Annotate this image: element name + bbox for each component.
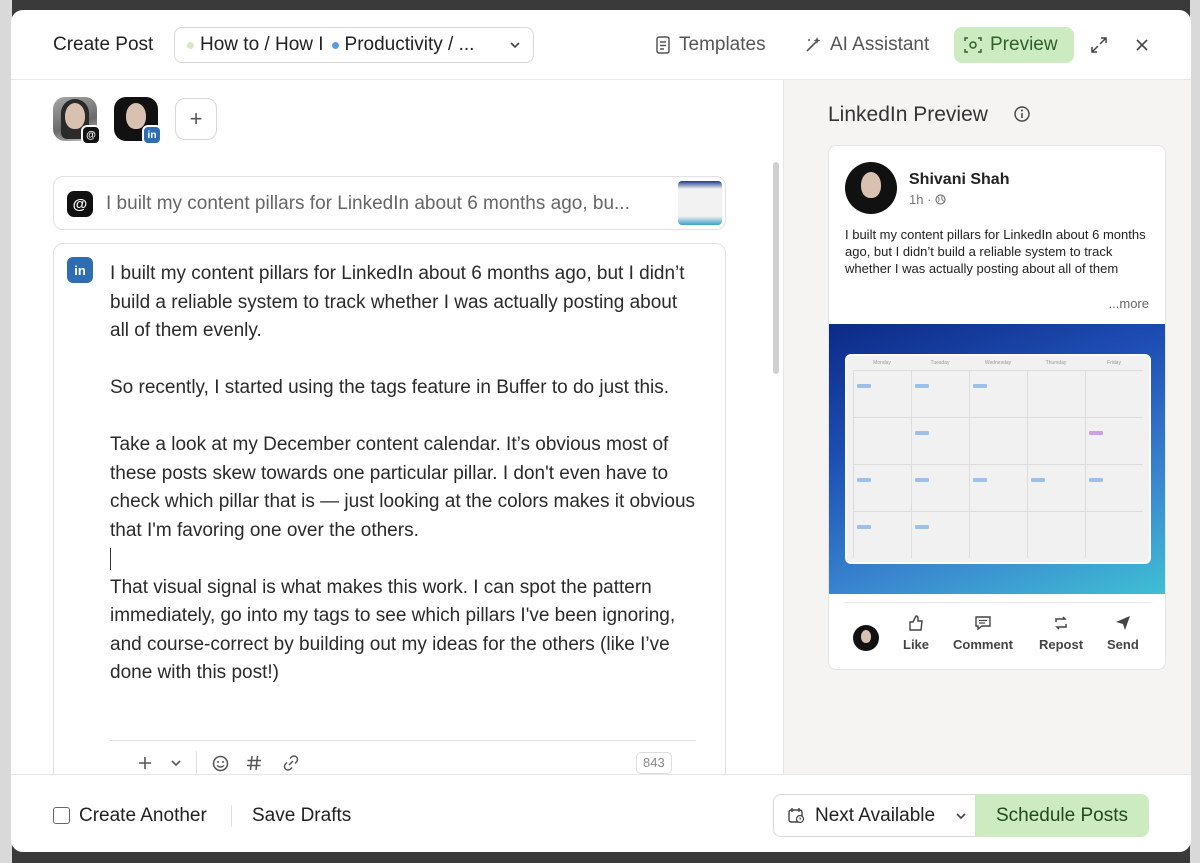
- avatar: [853, 625, 879, 651]
- info-icon[interactable]: [1014, 106, 1030, 122]
- add-media-icon[interactable]: [136, 754, 154, 772]
- send-icon: [1115, 616, 1130, 630]
- preview-button[interactable]: Preview: [954, 27, 1074, 63]
- emoji-icon[interactable]: [211, 754, 229, 772]
- like-label: Like: [903, 637, 930, 652]
- preview-title: LinkedIn Preview: [828, 103, 988, 126]
- editor-toolbar: 843: [110, 740, 696, 774]
- tags-select[interactable]: How to / How I Productivity / ...: [174, 27, 534, 63]
- post-paragraph: So recently, I started using the tags fe…: [110, 377, 670, 398]
- backdrop-right: [1190, 0, 1200, 863]
- linkedin-icon: in: [142, 125, 162, 145]
- threads-icon: @: [67, 191, 93, 217]
- see-more-link[interactable]: ...more: [1109, 296, 1149, 311]
- post-paragraph: That visual signal is what makes this wo…: [110, 576, 676, 684]
- repost-icon: [1055, 616, 1067, 630]
- calendar-day-label: Tuesday: [930, 360, 950, 366]
- threads-post-preview-text: I built my content pillars for LinkedIn …: [106, 193, 630, 214]
- footer-divider: [231, 805, 232, 827]
- like-button[interactable]: Like: [903, 615, 929, 652]
- repost-label: Repost: [1039, 637, 1084, 652]
- create-another-label[interactable]: Create Another: [79, 805, 207, 827]
- repost-button[interactable]: Repost: [1039, 615, 1083, 652]
- editor-pane: @ in + @ I built my content pillars for …: [11, 80, 783, 774]
- account-linkedin[interactable]: in: [114, 97, 162, 145]
- save-drafts-button[interactable]: Save Drafts: [252, 805, 351, 827]
- chevron-down-icon[interactable]: [167, 754, 185, 772]
- post-paragraph: I built my content pillars for LinkedIn …: [110, 263, 685, 341]
- linkedin-icon: in: [67, 257, 93, 283]
- modal-header: Create Post How to / How I Productivity …: [11, 10, 1191, 80]
- toolbar-divider: [196, 751, 197, 774]
- next-available-label: Next Available: [815, 804, 936, 826]
- comment-button[interactable]: Comment: [953, 615, 1013, 652]
- post-meta: 1h ·: [909, 192, 947, 207]
- templates-label: Templates: [679, 34, 766, 55]
- linkedin-post-preview: Shivani Shah 1h · I built my content pil…: [828, 145, 1166, 670]
- post-text-editor[interactable]: I built my content pillars for LinkedIn …: [110, 260, 700, 688]
- post-actions-bar: Like Comment Repost Send: [845, 602, 1151, 664]
- magic-wand-icon: [806, 37, 821, 52]
- document-icon: [656, 36, 670, 54]
- calendar-day-label: Friday: [1107, 360, 1121, 366]
- post-time: 1h ·: [909, 192, 932, 207]
- create-post-modal: Create Post How to / How I Productivity …: [11, 10, 1191, 852]
- tag-label: Productivity / ...: [344, 34, 475, 55]
- calendar-day-label: Thursday: [1045, 360, 1067, 366]
- account-threads[interactable]: @: [53, 97, 101, 145]
- calendar-day-headers: Monday Tuesday Wednesday Thursday Friday: [853, 360, 1143, 366]
- hashtag-icon[interactable]: [245, 754, 263, 772]
- post-excerpt: I built my content pillars for LinkedIn …: [845, 227, 1146, 276]
- preview-icon: [964, 37, 982, 53]
- link-icon[interactable]: [282, 754, 300, 772]
- account-selector: @ in +: [53, 97, 217, 145]
- chevron-down-icon: [510, 42, 520, 49]
- expand-icon[interactable]: [1089, 35, 1109, 55]
- close-icon[interactable]: [1132, 35, 1152, 55]
- calendar-clock-icon: [788, 808, 805, 824]
- add-account-button[interactable]: +: [175, 98, 217, 140]
- globe-icon: [935, 194, 947, 205]
- calendar-screenshot: Monday Tuesday Wednesday Thursday Friday: [845, 354, 1151, 564]
- tag-color-dot: [331, 41, 339, 49]
- schedule-posts-button[interactable]: Schedule Posts: [975, 794, 1149, 837]
- modal-title: Create Post: [53, 34, 154, 55]
- post-image: Monday Tuesday Wednesday Thursday Friday: [829, 324, 1165, 594]
- calendar-day-label: Wednesday: [984, 360, 1012, 366]
- send-label: Send: [1107, 637, 1139, 652]
- templates-button[interactable]: Templates: [645, 27, 776, 63]
- comment-label: Comment: [953, 637, 1013, 652]
- threads-icon: @: [81, 125, 101, 145]
- post-paragraph: Take a look at my December content calen…: [110, 434, 696, 541]
- post-image-thumbnail: [678, 181, 722, 225]
- tag-label: How to / How I: [200, 34, 324, 55]
- chevron-down-icon: [956, 812, 966, 819]
- editor-scrollbar[interactable]: [773, 162, 779, 374]
- next-available-dropdown[interactable]: Next Available: [773, 794, 977, 837]
- ai-assistant-button[interactable]: AI Assistant: [794, 27, 939, 63]
- modal-footer: Create Another Save Drafts Next Availabl…: [11, 774, 1191, 852]
- threads-post-card[interactable]: @ I built my content pillars for LinkedI…: [53, 176, 726, 230]
- calendar-grid: [853, 370, 1143, 558]
- character-count: 843: [636, 752, 672, 774]
- text-caret: [110, 547, 111, 570]
- comment-icon: [975, 616, 991, 631]
- text-caret-line: [110, 545, 700, 574]
- author-name: Shivani Shah: [909, 171, 1010, 188]
- preview-label: Preview: [990, 34, 1058, 55]
- preview-pane: LinkedIn Preview Shivani Shah 1h · I bui…: [783, 80, 1191, 774]
- tag-color-dot: [187, 41, 194, 49]
- like-icon: [909, 615, 923, 631]
- calendar-day-label: Monday: [873, 360, 891, 366]
- ai-assistant-label: AI Assistant: [830, 34, 930, 55]
- linkedin-post-editor: in I built my content pillars for Linked…: [53, 243, 726, 774]
- create-another-checkbox[interactable]: [53, 807, 70, 824]
- send-button[interactable]: Send: [1107, 615, 1139, 652]
- avatar: [845, 162, 897, 214]
